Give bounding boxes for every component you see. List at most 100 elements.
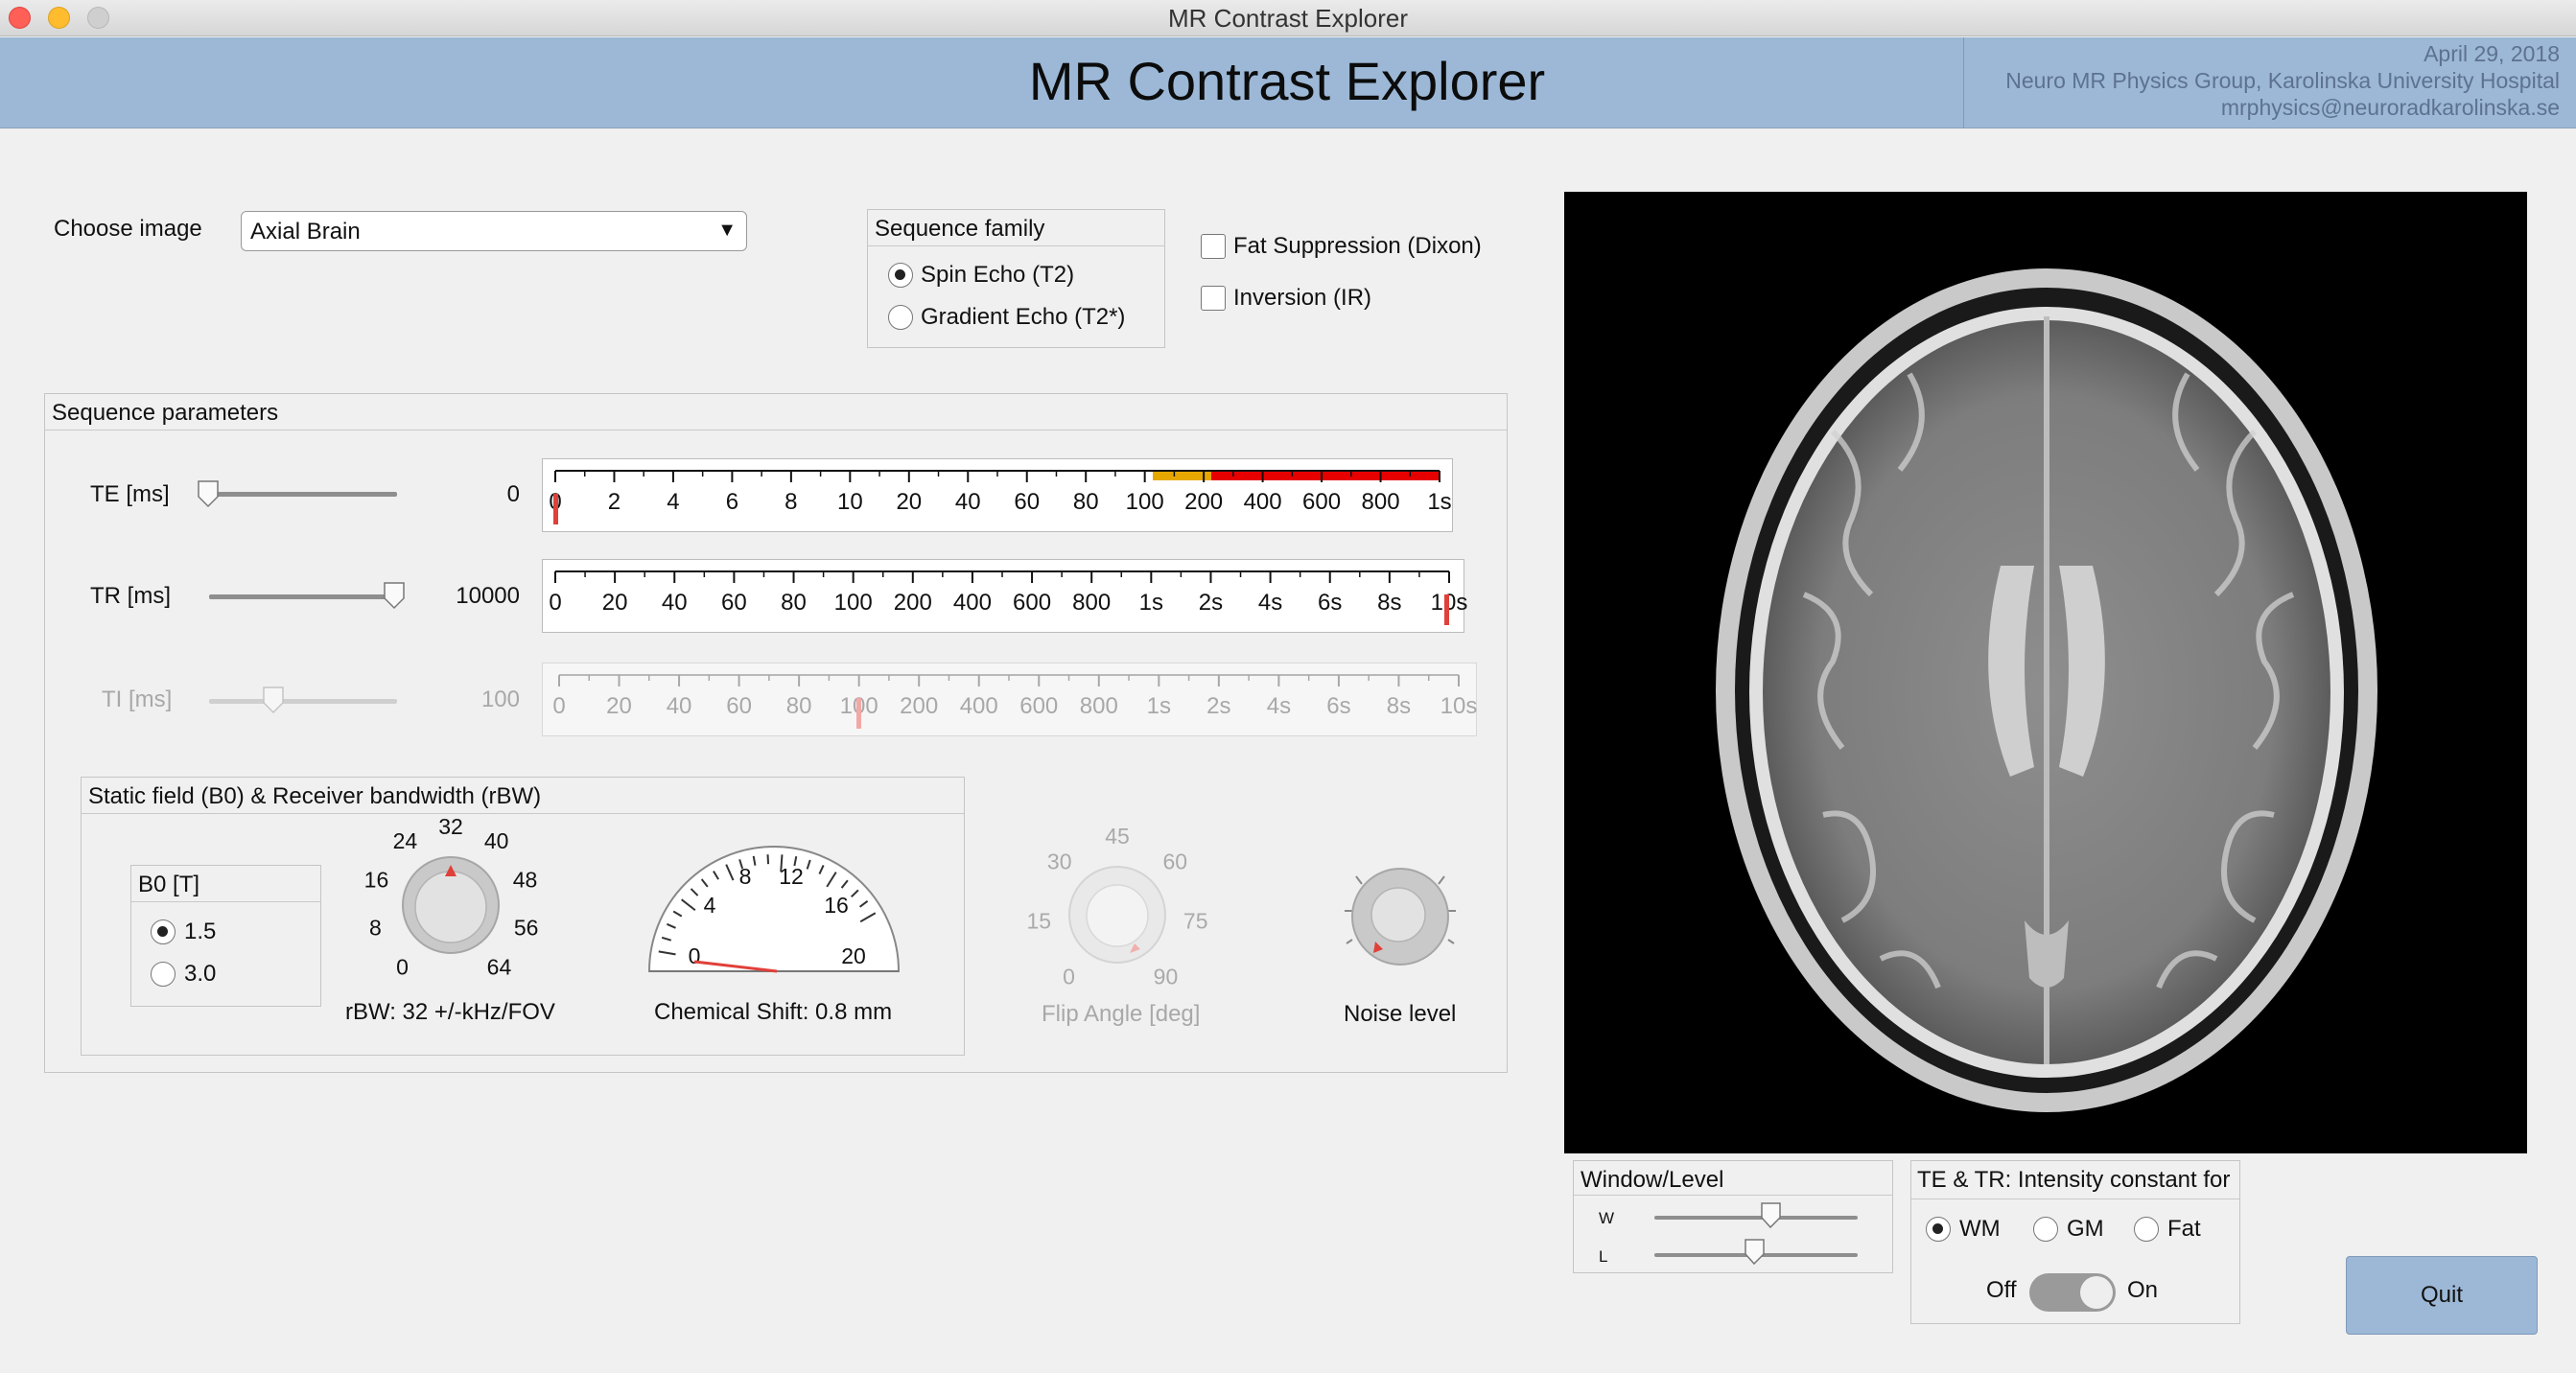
te-tick-label: 400 xyxy=(1244,489,1282,515)
tr-marker xyxy=(1444,594,1449,625)
header-group: Neuro MR Physics Group, Karolinska Unive… xyxy=(2005,68,2560,93)
ti-label: TI [ms] xyxy=(102,686,173,712)
toggle-on-label: On xyxy=(2127,1277,2159,1303)
tr-tick-label: 80 xyxy=(781,590,807,616)
chemical-shift-tick-label: 4 xyxy=(704,893,716,918)
tr-tick-label: 1s xyxy=(1139,590,1163,616)
chemical-shift-tick-label: 12 xyxy=(779,864,804,889)
rbw-tick-label: 40 xyxy=(484,828,509,853)
te-slider-thumb[interactable] xyxy=(198,480,221,509)
quit-button[interactable]: Quit xyxy=(2346,1256,2538,1335)
te-slider-track[interactable] xyxy=(201,492,397,497)
tr-scale: 0204060801002004006008001s2s4s6s8s10s xyxy=(542,559,1467,633)
rbw-tick-label: 56 xyxy=(514,915,539,940)
header-date: April 29, 2018 xyxy=(2424,41,2560,66)
ti-slider-track[interactable] xyxy=(209,699,397,704)
fat-label: Fat xyxy=(2167,1216,2201,1242)
ti-tick-label: 8s xyxy=(1387,693,1411,719)
b0-1-5-label: 1.5 xyxy=(184,919,217,944)
flip-angle-knob[interactable]: 0 15 30 45 60 75 90 xyxy=(1021,824,1213,989)
ti-tick-label: 0 xyxy=(552,693,565,719)
b0-1-5-radio[interactable] xyxy=(151,919,176,944)
flip-angle-tick-label: 0 xyxy=(1063,965,1075,989)
rbw-tick-label: 16 xyxy=(364,867,389,892)
gradient-echo-radio[interactable] xyxy=(888,305,913,330)
app-title: MR Contrast Explorer xyxy=(1028,51,1546,111)
noise-knob-cap xyxy=(1370,887,1426,942)
ti-tick-label: 800 xyxy=(1080,693,1118,719)
te-value: 0 xyxy=(506,481,520,507)
tr-slider-track[interactable] xyxy=(209,594,401,599)
tr-slider-thumb[interactable] xyxy=(384,582,407,611)
ti-tick-label: 6s xyxy=(1326,693,1350,719)
image-dropdown[interactable]: Axial Brain ▼ xyxy=(241,211,747,251)
tr-tick-label: 6s xyxy=(1318,590,1342,616)
mr-image-viewport[interactable] xyxy=(1564,192,2527,1153)
tr-tick-label: 60 xyxy=(721,590,747,616)
tr-tick-label: 20 xyxy=(602,590,628,616)
spin-echo-label: Spin Echo (T2) xyxy=(921,262,1075,288)
te-tick-label: 60 xyxy=(1014,489,1040,515)
wm-label: WM xyxy=(1959,1216,2001,1242)
te-scale-svg: 0246810204060801002004006008001s xyxy=(549,470,1452,524)
chemical-shift-tick-label: 8 xyxy=(739,864,752,889)
gm-radio[interactable] xyxy=(2033,1217,2058,1242)
ti-tick-label: 60 xyxy=(726,693,752,719)
ti-value: 100 xyxy=(480,686,520,712)
chemical-shift-tick-label: 20 xyxy=(841,943,866,968)
te-tick-label: 800 xyxy=(1362,489,1400,515)
brain-image xyxy=(1716,268,2377,1112)
flip-angle-tick-label: 45 xyxy=(1105,824,1130,849)
choose-image-label: Choose image xyxy=(54,216,202,242)
toggle-knob xyxy=(2080,1276,2113,1309)
level-slider-thumb[interactable] xyxy=(1745,1239,1766,1266)
intensity-toggle[interactable] xyxy=(2029,1273,2116,1312)
ti-scale-svg: 0204060801002004006008001s2s4s6s8s10s xyxy=(552,674,1478,729)
flip-angle-tick-label: 15 xyxy=(1026,909,1051,934)
te-scale: 0246810204060801002004006008001s xyxy=(542,458,1453,532)
tr-tick-label: 800 xyxy=(1072,590,1111,616)
intensity-constant-title: TE & TR: Intensity constant for xyxy=(1911,1161,2239,1199)
image-dropdown-value: Axial Brain xyxy=(250,219,361,244)
window-slider-thumb[interactable] xyxy=(1761,1202,1782,1229)
flip-angle-tick-label: 90 xyxy=(1154,965,1179,989)
rbw-knob[interactable]: 08 1624 32 4048 5664 xyxy=(355,814,547,989)
tr-tick-label: 0 xyxy=(549,590,561,616)
te-tick-label: 100 xyxy=(1126,489,1164,515)
te-tick-label: 2 xyxy=(608,489,621,515)
rbw-tick-label: 64 xyxy=(487,955,512,980)
window-slider[interactable] xyxy=(1654,1216,1858,1220)
ti-tick-label: 10s xyxy=(1440,693,1478,719)
rbw-label: rBW: 32 +/-kHz/FOV xyxy=(345,999,555,1025)
te-tick-label: 6 xyxy=(726,489,738,515)
window-titlebar: MR Contrast Explorer xyxy=(0,0,2576,36)
tr-tick-label: 2s xyxy=(1199,590,1223,616)
wm-radio[interactable] xyxy=(1926,1217,1951,1242)
fat-radio[interactable] xyxy=(2134,1217,2159,1242)
inversion-checkbox[interactable] xyxy=(1201,286,1226,311)
te-tick-label: 20 xyxy=(896,489,922,515)
tr-tick-label: 40 xyxy=(662,590,688,616)
level-label: L xyxy=(1599,1247,1608,1266)
inversion-label: Inversion (IR) xyxy=(1233,285,1372,311)
fat-suppression-checkbox[interactable] xyxy=(1201,234,1226,259)
ti-tick-label: 600 xyxy=(1019,693,1058,719)
chemical-shift-minor-tick xyxy=(766,854,770,865)
spin-echo-radio[interactable] xyxy=(888,263,913,288)
b0-3-0-label: 3.0 xyxy=(184,961,217,987)
rbw-tick-label: 8 xyxy=(369,915,382,940)
te-tick-label: 8 xyxy=(785,489,797,515)
tr-value: 10000 xyxy=(456,583,520,609)
te-tick-label: 600 xyxy=(1302,489,1341,515)
chemical-shift-tick-label: 0 xyxy=(689,943,701,968)
gm-label: GM xyxy=(2067,1216,2104,1242)
gradient-echo-label: Gradient Echo (T2*) xyxy=(921,304,1126,330)
rbw-tick-label: 24 xyxy=(393,828,418,853)
ti-slider-thumb[interactable] xyxy=(263,686,286,715)
rbw-knob-cap xyxy=(414,871,487,943)
rbw-tick-label: 48 xyxy=(513,867,538,892)
ti-scale: 0204060801002004006008001s2s4s6s8s10s xyxy=(542,663,1477,736)
tr-tick-label: 200 xyxy=(894,590,932,616)
b0-3-0-radio[interactable] xyxy=(151,962,176,987)
noise-knob[interactable] xyxy=(1333,853,1467,978)
